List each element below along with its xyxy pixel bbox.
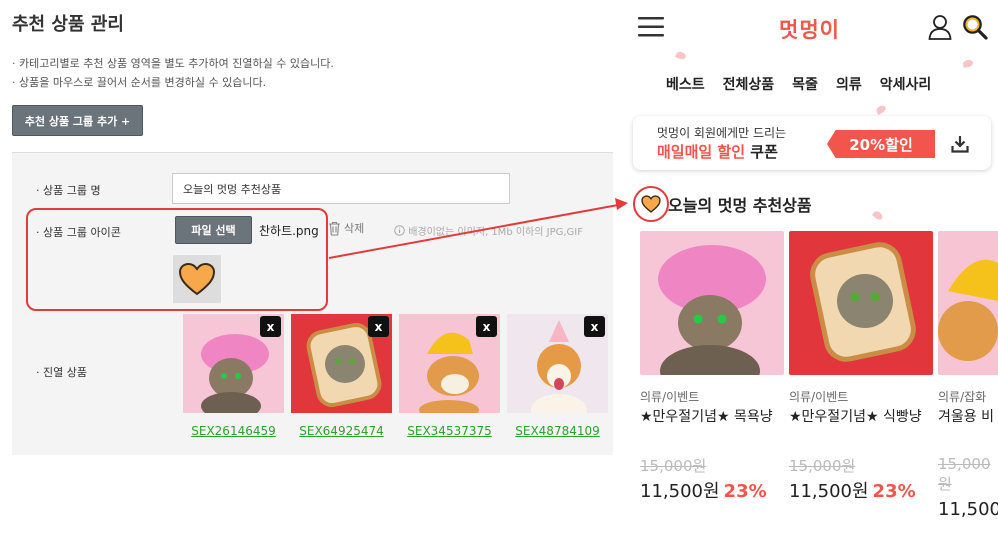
- upload-hint: 배경이없는 이미지, 1Mb 이하의 JPG,GIF: [394, 223, 613, 238]
- search-icon[interactable]: [962, 14, 988, 40]
- page-title: 추천 상품 관리: [12, 14, 124, 35]
- product-name[interactable]: 겨울용 비: [938, 408, 998, 446]
- menu-icon[interactable]: [638, 16, 664, 38]
- sale-price: 11,500원: [640, 481, 720, 502]
- admin-panel: 추천 상품 관리 · 카테고리별로 추천 상품 영역을 별도 추가하여 진열하실…: [0, 0, 615, 534]
- group-name-label: · 상품 그룹 명: [36, 184, 101, 197]
- product-sku-link[interactable]: SEX48784109: [507, 424, 608, 438]
- product-image: [789, 231, 933, 375]
- info-icon: [394, 225, 405, 236]
- delete-label: 삭제: [344, 222, 365, 235]
- add-group-button[interactable]: 추천 상품 그룹 추가 +: [12, 105, 143, 136]
- delete-button[interactable]: 삭제: [328, 220, 364, 236]
- sale-price: 11,500원: [789, 481, 869, 502]
- group-name-input[interactable]: 오늘의 멋멍 추천상품: [172, 173, 510, 204]
- product-card[interactable]: 의류/이벤트 ★만우절기념★ 목욕냥 15,000원 11,500원 23%: [640, 231, 784, 503]
- guide-line: · 카테고리별로 추천 상품 영역을 별도 추가하여 진열하실 수 있습니다.: [12, 57, 334, 70]
- original-price: 15,000원: [789, 457, 856, 475]
- trash-icon: [329, 221, 340, 236]
- guide-text: · 카테고리별로 추천 상품 영역을 별도 추가하여 진열하실 수 있습니다. …: [12, 54, 334, 92]
- download-icon[interactable]: [951, 135, 969, 153]
- sale-price-row: 11,500원: [938, 495, 998, 521]
- nav-item[interactable]: 베스트: [666, 74, 705, 94]
- guide-line: · 상품을 마우스로 끌어서 순서를 변경하실 수 있습니다.: [12, 76, 267, 89]
- product-image: [938, 231, 998, 375]
- coupon-line1: 멋멍이 회원에게만 드리는: [657, 126, 787, 140]
- remove-product-button[interactable]: x: [260, 316, 281, 337]
- coupon-line2-red: 매일매일 할인: [657, 143, 746, 161]
- nav-item[interactable]: 전체상품: [723, 74, 775, 94]
- remove-product-button[interactable]: x: [584, 316, 605, 337]
- product-category: 의류/잡화: [938, 390, 987, 404]
- coupon-badge: 20%할인: [827, 130, 935, 158]
- product-name[interactable]: ★만우절기념★ 목욕냥: [640, 408, 784, 446]
- product-category: 의류/이벤트: [789, 390, 849, 404]
- nav-item[interactable]: 의류: [836, 74, 862, 94]
- remove-product-button[interactable]: x: [476, 316, 497, 337]
- product-image: [640, 231, 784, 375]
- sale-price: 11,500원: [938, 499, 998, 520]
- coupon-line2: 매일매일 할인 쿠폰: [657, 141, 778, 162]
- original-price: 15,000원: [938, 455, 991, 493]
- sale-price-row: 11,500원 23%: [789, 477, 933, 503]
- product-card[interactable]: 의류/이벤트 ★만우절기념★ 식빵냥 15,000원 11,500원 23%: [789, 231, 933, 503]
- display-products-label: · 진열 상품: [36, 366, 87, 379]
- icon-highlight-box: [26, 208, 328, 311]
- nav-item[interactable]: 악세사리: [880, 74, 932, 94]
- coupon-line2-black: 쿠폰: [750, 143, 778, 161]
- product-thumb[interactable]: x: [183, 314, 284, 413]
- product-category: 의류/이벤트: [640, 390, 700, 404]
- remove-product-button[interactable]: x: [368, 316, 389, 337]
- product-sku-link[interactable]: SEX34537375: [399, 424, 500, 438]
- heart-icon: [641, 195, 661, 213]
- section-icon-highlight: [633, 186, 669, 222]
- product-thumb[interactable]: x: [507, 314, 608, 413]
- hint-text: 배경이없는 이미지, 1Mb 이하의 JPG,GIF: [408, 227, 583, 238]
- section-title: 오늘의 멋멍 추천상품: [668, 196, 812, 215]
- original-price: 15,000원: [640, 457, 707, 475]
- coupon-banner[interactable]: 멋멍이 회원에게만 드리는 매일매일 할인 쿠폰 20%할인: [633, 116, 991, 170]
- product-sku-link[interactable]: SEX64925474: [291, 424, 392, 438]
- category-nav: 베스트 전체상품 목줄 의류 악세사리: [666, 74, 931, 94]
- product-thumb[interactable]: x: [399, 314, 500, 413]
- product-card[interactable]: 의류/잡화 겨울용 비 15,000원 11,500원: [938, 231, 998, 521]
- product-thumb[interactable]: x: [291, 314, 392, 413]
- discount-rate: 23%: [872, 481, 916, 502]
- nav-item[interactable]: 목줄: [792, 74, 818, 94]
- user-icon[interactable]: [928, 14, 952, 40]
- product-sku-link[interactable]: SEX26146459: [183, 424, 284, 438]
- discount-rate: 23%: [723, 481, 767, 502]
- sale-price-row: 11,500원 23%: [640, 477, 784, 503]
- product-name[interactable]: ★만우절기념★ 식빵냥: [789, 408, 933, 446]
- logo[interactable]: 멋멍이: [779, 14, 840, 44]
